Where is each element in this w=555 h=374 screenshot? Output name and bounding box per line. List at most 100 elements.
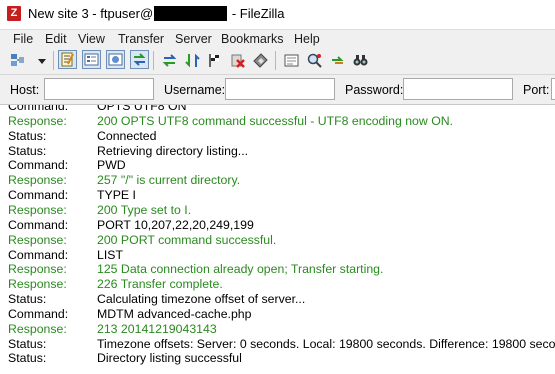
port-label: Port: xyxy=(523,83,550,97)
menu-view[interactable]: View xyxy=(78,32,105,46)
log-message: 125 Data connection already open; Transf… xyxy=(97,262,384,277)
log-type-label: Command: xyxy=(8,158,69,173)
window-title-prefix: New site 3 - ftpuser@ xyxy=(28,6,154,21)
toggle-transfer-queue-button[interactable] xyxy=(130,50,149,69)
log-type-label: Command: xyxy=(8,105,69,113)
log-message: Connected xyxy=(97,128,157,143)
log-message: 200 OPTS UTF8 command successful - UTF8 … xyxy=(97,113,454,128)
log-type-label: Response: xyxy=(8,321,67,336)
log-type-label: Response: xyxy=(8,113,67,128)
host-label: Host: xyxy=(10,83,40,97)
log-message: LIST xyxy=(97,247,123,262)
remote-tree-icon xyxy=(108,53,123,66)
log-message: TYPE I xyxy=(97,188,136,203)
log-row: Status: Connected xyxy=(0,129,555,144)
disconnect-icon[interactable] xyxy=(229,52,246,69)
stop-flag-icon[interactable] xyxy=(206,52,223,69)
toolbar xyxy=(0,47,555,75)
search-remote-files-icon[interactable] xyxy=(352,52,369,69)
refresh-icon[interactable] xyxy=(161,52,178,69)
menu-bookmarks[interactable]: Bookmarks xyxy=(221,32,284,46)
log-message: OPTS UTF8 ON xyxy=(97,105,187,113)
log-row: Response: 213 20141219043143 xyxy=(0,322,555,337)
log-row: Status: Retrieving directory listing... xyxy=(0,144,555,159)
port-input[interactable] xyxy=(551,78,555,100)
log-row: Command: LIST xyxy=(0,248,555,263)
message-log-icon xyxy=(61,52,74,67)
local-tree-icon xyxy=(84,53,99,66)
log-message: Timezone offsets: Server: 0 seconds. Loc… xyxy=(97,336,555,351)
toggle-local-tree-button[interactable] xyxy=(82,50,101,69)
username-input[interactable] xyxy=(225,78,335,100)
menu-bar: File Edit View Transfer Server Bookmarks… xyxy=(0,29,555,48)
log-message: Calculating timezone offset of server... xyxy=(97,292,306,307)
log-row: Command: TYPE I xyxy=(0,188,555,203)
log-message: 226 Transfer complete. xyxy=(97,277,223,292)
log-type-label: Command: xyxy=(8,188,69,203)
directory-listing-filter-icon[interactable] xyxy=(283,52,300,69)
menu-edit[interactable]: Edit xyxy=(45,32,67,46)
log-message: 257 "/" is current directory. xyxy=(97,173,241,188)
log-type-label: Command: xyxy=(8,306,69,321)
window-title: New site 3 - ftpuser@ - FileZilla xyxy=(28,6,285,21)
log-row: Command: OPTS UTF8 ON xyxy=(0,105,555,114)
toggle-message-log-button[interactable] xyxy=(58,50,77,69)
host-input[interactable] xyxy=(44,78,154,100)
log-row: Status: Directory listing successful xyxy=(0,351,555,366)
log-type-label: Status: xyxy=(8,351,47,366)
log-message: MDTM advanced-cache.php xyxy=(97,306,252,321)
reconnect-icon[interactable] xyxy=(252,52,269,69)
menu-server[interactable]: Server xyxy=(175,32,212,46)
log-message: 213 20141219043143 xyxy=(97,321,217,336)
menu-file[interactable]: File xyxy=(13,32,33,46)
log-type-label: Command: xyxy=(8,217,69,232)
redacted-hostname xyxy=(154,6,228,21)
password-label: Password: xyxy=(345,83,404,97)
site-manager-dropdown-icon[interactable] xyxy=(38,59,46,65)
compare-directories-icon[interactable] xyxy=(306,52,323,69)
title-bar: Z New site 3 - ftpuser@ - FileZilla xyxy=(0,0,555,28)
log-row: Response: 125 Data connection already ope… xyxy=(0,262,555,277)
log-type-label: Response: xyxy=(8,262,67,277)
quickconnect-bar: Host: Username: Password: Port: xyxy=(0,75,555,105)
log-message: PORT 10,207,22,20,249,199 xyxy=(97,217,254,232)
menu-help[interactable]: Help xyxy=(294,32,320,46)
toolbar-separator xyxy=(275,51,276,70)
log-type-label: Response: xyxy=(8,173,67,188)
log-row: Response: 200 PORT command successful. xyxy=(0,233,555,248)
filezilla-app-icon: Z xyxy=(7,6,21,21)
message-log[interactable]: Command: OPTS UTF8 ON Response: 200 OPTS UT… xyxy=(0,105,555,374)
username-label: Username: xyxy=(164,83,226,97)
log-row: Command: PORT 10,207,22,20,249,199 xyxy=(0,218,555,233)
site-manager-icon[interactable] xyxy=(9,52,26,69)
log-row: Response: 200 OPTS UTF8 command successfu… xyxy=(0,114,555,129)
log-type-label: Status: xyxy=(8,128,47,143)
log-type-label: Status: xyxy=(8,336,47,351)
log-message: 200 PORT command successful. xyxy=(97,232,277,247)
password-input[interactable] xyxy=(403,78,513,100)
log-message: PWD xyxy=(97,158,126,173)
log-type-label: Response: xyxy=(8,202,67,217)
log-type-label: Status: xyxy=(8,143,47,158)
toolbar-separator xyxy=(53,51,54,70)
log-message: 200 Type set to I. xyxy=(97,202,192,217)
log-row: Response: 257 "/" is current directory. xyxy=(0,173,555,188)
log-row: Command: PWD xyxy=(0,158,555,173)
log-row: Status: Timezone offsets: Server: 0 secon… xyxy=(0,337,555,352)
process-queue-icon[interactable] xyxy=(184,52,201,69)
log-row: Response: 200 Type set to I. xyxy=(0,203,555,218)
log-row: Status: Calculating timezone offset of se… xyxy=(0,292,555,307)
log-type-label: Response: xyxy=(8,232,67,247)
transfer-queue-icon xyxy=(133,53,146,66)
synchronized-browsing-icon[interactable] xyxy=(329,52,346,69)
log-message: Retrieving directory listing... xyxy=(97,143,249,158)
log-row: Command: MDTM advanced-cache.php xyxy=(0,307,555,322)
window-title-suffix: - FileZilla xyxy=(231,6,285,21)
toolbar-separator xyxy=(153,51,154,70)
toggle-remote-tree-button[interactable] xyxy=(106,50,125,69)
log-type-label: Command: xyxy=(8,247,69,262)
log-row: Response: 226 Transfer complete. xyxy=(0,277,555,292)
menu-transfer[interactable]: Transfer xyxy=(118,32,164,46)
log-message: Directory listing successful xyxy=(97,351,242,366)
log-type-label: Response: xyxy=(8,277,67,292)
